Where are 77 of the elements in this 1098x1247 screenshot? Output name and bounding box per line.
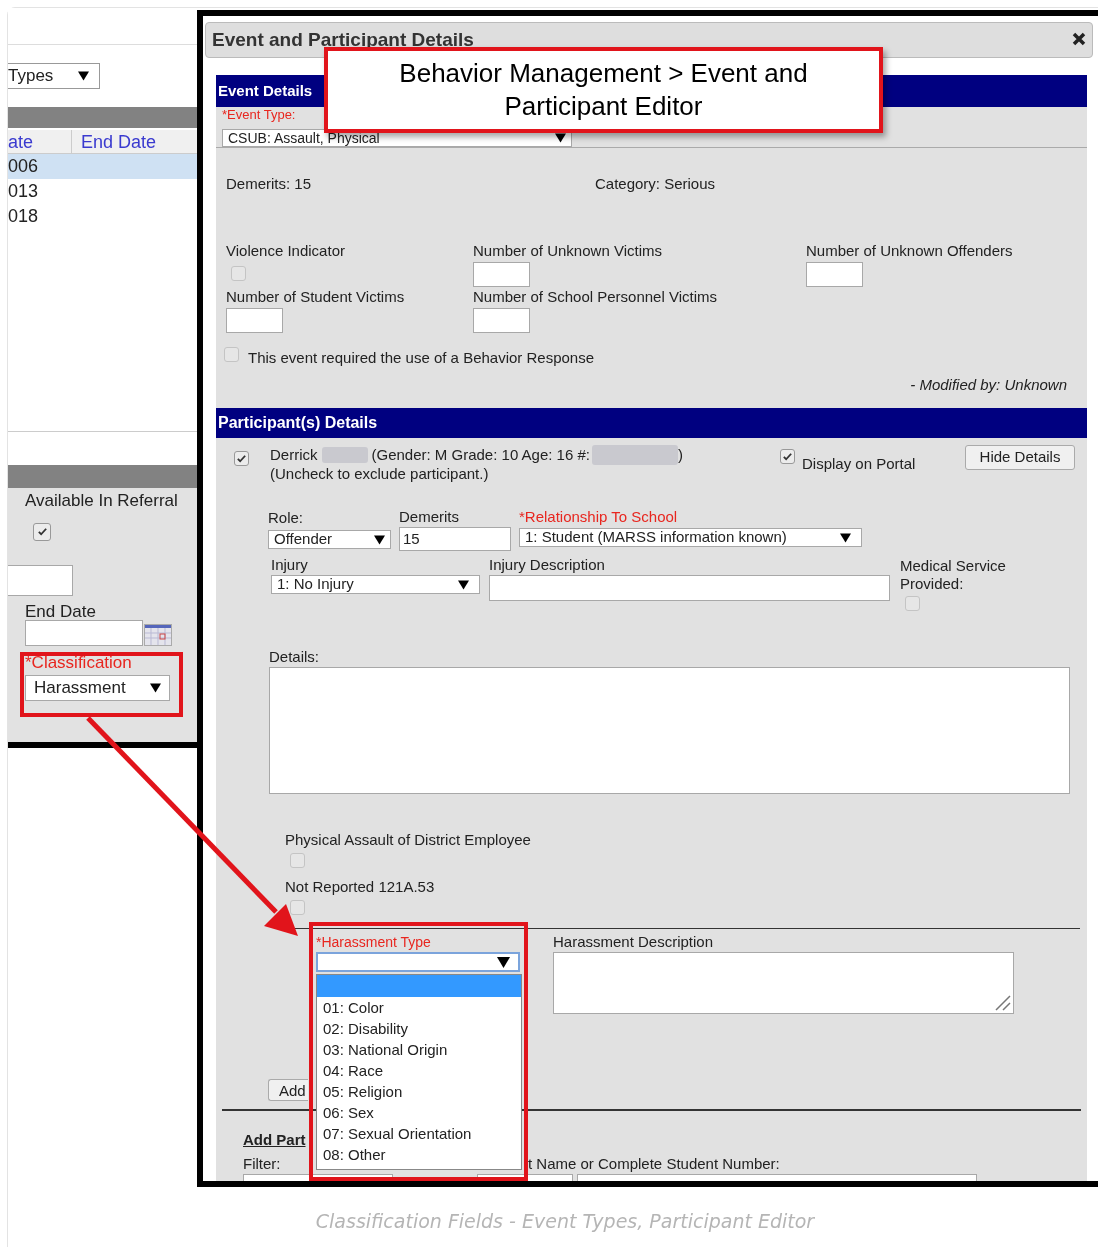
field-label: Harassment Description — [553, 934, 715, 950]
dropdown[interactable]: Harassment — [25, 675, 170, 701]
input-field[interactable] — [8, 565, 73, 596]
column-header[interactable]: End Date — [72, 130, 157, 153]
field-label: Filter: — [243, 1156, 282, 1172]
column-header[interactable]: ate — [8, 130, 72, 153]
checkbox[interactable] — [234, 451, 249, 466]
field-label: t Name or Complete Student Number: — [528, 1156, 780, 1172]
resize-grip-icon[interactable] — [993, 993, 1011, 1011]
field-label: Medical Service Provided: — [900, 557, 1007, 593]
field-label: End Date — [24, 601, 97, 619]
checkbox[interactable] — [231, 266, 246, 281]
field-label: Details: — [269, 649, 321, 665]
input-field[interactable] — [226, 308, 283, 333]
caret-icon — [374, 534, 385, 545]
hide-details-button[interactable]: Hide Details — [965, 445, 1075, 470]
checkbox-label: This event required the use of a Behavior Response — [248, 348, 595, 368]
section-link[interactable]: Add Part — [243, 1129, 306, 1146]
field-label: *Harassment Type — [316, 934, 432, 950]
field-label: Available In Referral — [24, 490, 179, 508]
participant-note: (Uncheck to exclude participant.) — [270, 465, 490, 483]
dropdown[interactable]: Offender — [268, 530, 391, 549]
modified-by-text: - Modified by: Unknown — [910, 374, 1067, 395]
check-icon — [36, 526, 48, 537]
callout-text: Behavior Management > Event and Participant Editor — [399, 57, 808, 123]
dropdown[interactable] — [316, 952, 520, 972]
checkbox[interactable] — [905, 596, 920, 611]
input-field[interactable] — [473, 308, 530, 333]
input-field[interactable]: 15 — [399, 527, 511, 551]
checkbox[interactable] — [224, 346, 239, 362]
caret-icon — [497, 956, 510, 968]
caret-icon — [458, 579, 469, 590]
input-field[interactable] — [806, 262, 863, 287]
field-label: Injury — [271, 557, 309, 573]
dropdown[interactable]: 1: Student (MARSS information known) — [519, 528, 862, 547]
field-label: Number of Unknown Victims — [473, 243, 662, 259]
add-button[interactable]: Add — [268, 1079, 308, 1101]
caret-icon — [78, 71, 89, 81]
input-field[interactable] — [489, 575, 890, 601]
checkbox[interactable] — [290, 900, 305, 915]
table-row[interactable]: 006 — [8, 154, 197, 179]
field-label: Demerits — [399, 509, 460, 525]
caption: Classification Fields - Event Types, Participant Editor — [314, 1209, 816, 1234]
field-label: *Classification — [24, 654, 133, 672]
caret-icon — [150, 683, 161, 693]
caret-icon — [840, 532, 851, 543]
field-label: Number of Student Victims — [226, 289, 405, 305]
input-field[interactable] — [25, 620, 143, 646]
check-icon — [236, 453, 247, 464]
info-text: Category: Serious — [595, 174, 716, 191]
checkbox[interactable] — [33, 522, 51, 541]
participant-info: ) — [677, 446, 683, 464]
dropdown[interactable]: 1: No Injury — [271, 575, 480, 594]
type-filter-dropdown[interactable]: Types — [8, 63, 100, 89]
field-label: Not Reported 121A.53 — [285, 879, 436, 895]
calendar-icon[interactable] — [144, 624, 172, 646]
checkbox[interactable] — [290, 853, 305, 868]
field-label: Role: — [268, 510, 305, 526]
field-label: Number of School Personnel Victims — [473, 289, 717, 305]
check-icon — [782, 451, 793, 462]
redacted-block — [321, 447, 368, 463]
participant-info: (Gender: M Grade: 10 Age: 16 #: — [371, 446, 590, 464]
harassment-description-textarea[interactable] — [553, 952, 1014, 1014]
field-label: *Relationship To School — [519, 509, 679, 525]
info-text: Demerits: 15 — [226, 174, 313, 191]
field-label: Injury Description — [489, 557, 606, 573]
field-label: Violence Indicator — [226, 243, 345, 259]
checkbox[interactable] — [780, 449, 795, 464]
field-label: Number of Unknown Offenders — [806, 243, 1013, 259]
section-title: Event Details — [218, 80, 313, 101]
participant-name: Derrick — [270, 446, 318, 464]
field-label: Physical Assault of District Employee — [285, 832, 532, 848]
input-field[interactable] — [473, 262, 530, 287]
close-icon[interactable] — [1072, 32, 1086, 46]
checkbox-label: Display on Portal — [802, 454, 916, 474]
dialog-title: Event and Participant Details — [212, 28, 474, 52]
section-title: Participant(s) Details — [218, 413, 378, 433]
